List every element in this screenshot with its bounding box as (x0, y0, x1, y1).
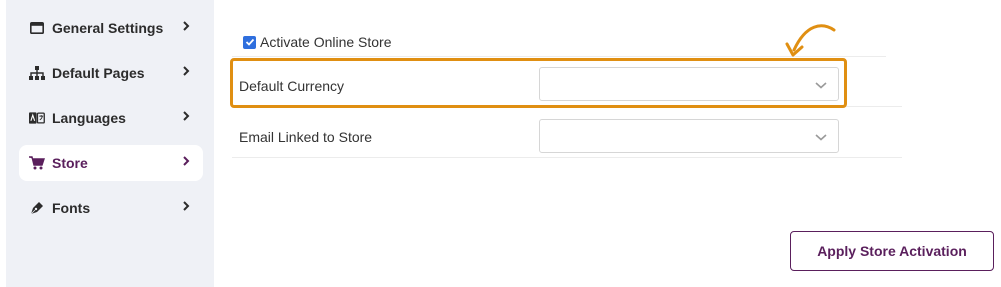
apply-store-activation-button[interactable]: Apply Store Activation (790, 231, 994, 271)
default-currency-highlight (230, 58, 847, 108)
sidebar-item-label: Default Pages (52, 65, 145, 81)
chevron-right-icon (183, 111, 190, 121)
window-icon (29, 20, 45, 36)
chevron-right-icon (183, 201, 190, 211)
sidebar-item-store[interactable]: Store (19, 145, 203, 181)
divider (232, 157, 902, 158)
sidebar-item-general-settings[interactable]: General Settings (19, 10, 203, 46)
sitemap-icon (29, 65, 45, 81)
email-linked-select[interactable] (539, 119, 839, 153)
pointer-arrow-icon (785, 24, 836, 57)
sidebar-item-label: Store (52, 155, 88, 171)
activate-store-checkbox[interactable] (243, 35, 256, 49)
pen-icon (29, 200, 45, 216)
chevron-right-icon (183, 156, 190, 166)
sidebar-item-label: Fonts (52, 200, 91, 216)
chevron-right-icon (183, 66, 190, 76)
sidebar-item-default-pages[interactable]: Default Pages (19, 55, 203, 91)
sidebar-item-label: Languages (52, 110, 126, 126)
language-icon (29, 110, 45, 126)
sidebar-item-fonts[interactable]: Fonts (19, 190, 203, 226)
sidebar-item-languages[interactable]: Languages (19, 100, 203, 136)
chevron-right-icon (183, 21, 190, 31)
chevron-down-icon (815, 134, 827, 141)
checkmark-icon (245, 38, 254, 46)
activate-store-label: Activate Online Store (260, 34, 392, 50)
sidebar-item-label: General Settings (52, 20, 164, 36)
email-linked-label: Email Linked to Store (239, 129, 373, 145)
activate-store-checkbox-row[interactable]: Activate Online Store (243, 34, 392, 50)
cart-icon (29, 155, 45, 171)
